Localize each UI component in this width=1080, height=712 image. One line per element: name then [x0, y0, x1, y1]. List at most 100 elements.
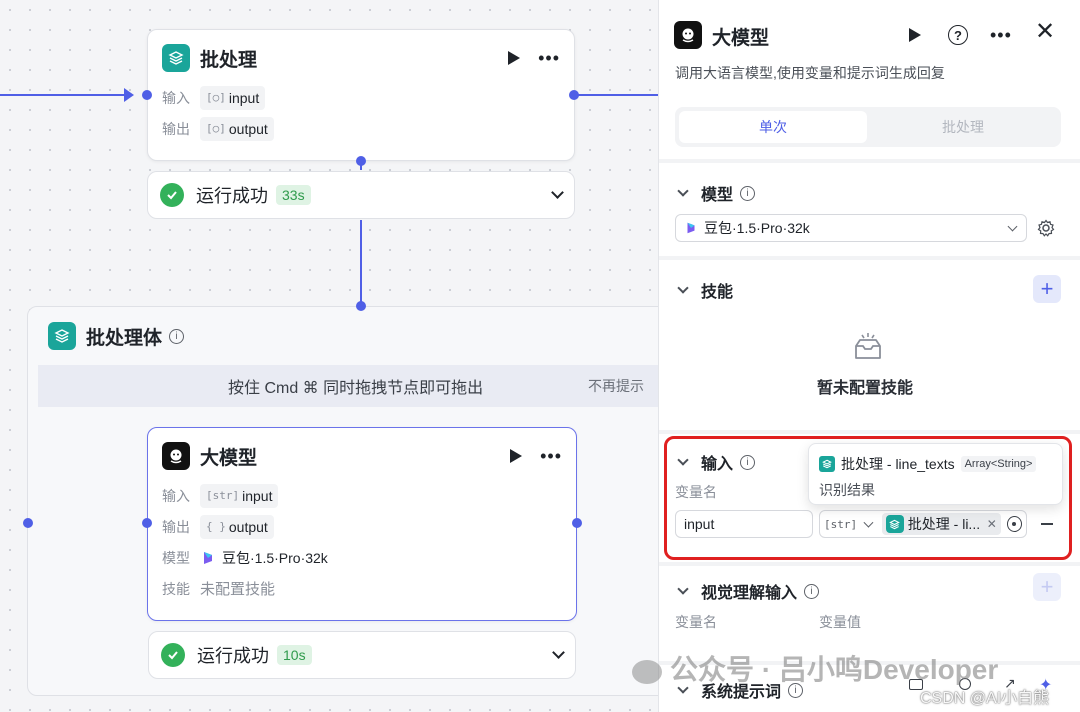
llm-status-bar[interactable]: 运行成功 10s: [148, 631, 576, 679]
watermark: 公众号 · 吕小鸣Developer: [632, 648, 998, 688]
chevron-down-icon: [677, 583, 689, 595]
output-value: output: [228, 518, 268, 535]
tab-single[interactable]: 单次: [679, 111, 867, 143]
success-icon: [160, 183, 184, 207]
gear-icon[interactable]: [1037, 219, 1055, 242]
batch-body-title: 批处理体: [86, 327, 163, 349]
tooltip-description: 识别结果: [819, 482, 875, 498]
more-icon[interactable]: •••: [990, 26, 1012, 44]
dismiss-hint-link[interactable]: 不再提示: [588, 376, 644, 396]
close-icon[interactable]: ✕: [1035, 20, 1055, 44]
edge-batch-body: [360, 220, 362, 306]
empty-box-icon: [850, 330, 886, 369]
info-icon[interactable]: i: [740, 185, 756, 201]
model-value: 豆包·1.5·Pro·32k: [222, 549, 328, 566]
llm-icon: [674, 21, 702, 49]
input-value: input: [242, 487, 273, 504]
skill-section-header[interactable]: 技能: [677, 278, 734, 302]
tooltip-type-badge: Array<String>: [960, 456, 1037, 472]
edge-in-batch: [0, 94, 128, 96]
model-select[interactable]: 豆包·1.5·Pro·32k: [675, 214, 1027, 242]
panel-header: 大模型 ? ••• ✕ 调用大语言模型,使用变量和提示词生成回复 单次 批处理: [659, 0, 1080, 159]
csdn-watermark: CSDN @AI小白熊: [920, 690, 1050, 707]
chevron-down-icon[interactable]: [552, 646, 565, 659]
drag-hint-bar: 按住 Cmd ⌘ 同时拖拽节点即可拖出 不再提示: [38, 365, 668, 407]
run-icon[interactable]: [508, 51, 521, 65]
output-value: output: [228, 120, 268, 137]
model-section-header[interactable]: 模型 i: [677, 181, 756, 205]
info-icon[interactable]: i: [169, 328, 185, 344]
success-icon: [161, 643, 185, 667]
wechat-icon: [632, 659, 662, 684]
port-in[interactable]: [142, 90, 152, 100]
output-label: 输出: [162, 120, 190, 137]
skill-label: 技能: [162, 580, 190, 597]
panel-title: 大模型: [712, 28, 770, 49]
skill-value: 未配置技能: [200, 581, 276, 598]
skill-section: 技能 + 暂未配置技能: [659, 260, 1080, 430]
port-out[interactable]: [569, 90, 579, 100]
edge-out-batch: [578, 94, 658, 96]
model-select-value: 豆包·1.5·Pro·32k: [704, 220, 810, 236]
type-icon: { }: [206, 520, 226, 533]
batch-icon: [162, 44, 190, 72]
doubao-icon: [687, 222, 695, 234]
visual-section-title: 视觉理解输入: [701, 585, 798, 602]
variable-tooltip: 批处理 - line_texts Array<String> 识别结果: [808, 443, 1063, 505]
batch-status-bar[interactable]: 运行成功 33s: [147, 171, 575, 219]
model-label: 模型: [162, 549, 190, 566]
chevron-down-icon: [677, 185, 689, 197]
run-icon[interactable]: [510, 449, 523, 463]
tab-batch[interactable]: 批处理: [869, 111, 1057, 143]
info-icon[interactable]: i: [804, 583, 820, 599]
panel-description: 调用大语言模型,使用变量和提示词生成回复: [675, 65, 945, 81]
more-icon[interactable]: •••: [538, 49, 560, 67]
batch-icon: [48, 322, 76, 350]
status-text: 运行成功: [197, 646, 269, 666]
chevron-down-icon[interactable]: [551, 186, 564, 199]
time-badge: 33s: [276, 185, 311, 205]
type-icon: [○]: [206, 91, 226, 104]
port-top[interactable]: [356, 301, 366, 311]
doubao-icon: [204, 551, 212, 564]
var-value-header: 变量值: [819, 614, 861, 630]
input-tag: [str] input: [200, 483, 279, 508]
time-badge: 10s: [277, 645, 312, 665]
visual-section-header[interactable]: 视觉理解输入 i: [677, 579, 820, 603]
batch-node-title: 批处理: [200, 49, 258, 71]
input-value: input: [228, 89, 260, 106]
model-section-title: 模型: [701, 187, 734, 204]
output-tag: { } output: [200, 514, 274, 539]
add-skill-button[interactable]: +: [1033, 275, 1061, 303]
llm-node[interactable]: 大模型 ••• 输入 [str] input 输出 { } output 模型 豆包…: [147, 427, 577, 621]
output-label: 输出: [162, 518, 190, 535]
node-config-panel: 大模型 ? ••• ✕ 调用大语言模型,使用变量和提示词生成回复 单次 批处理 …: [658, 0, 1080, 712]
type-icon: [○]: [206, 122, 226, 135]
port-in[interactable]: [142, 518, 152, 528]
port-bottom[interactable]: [356, 156, 366, 166]
port-out[interactable]: [572, 518, 582, 528]
run-icon[interactable]: [909, 28, 921, 42]
llm-icon: [162, 442, 190, 470]
edge-arrow: [124, 88, 134, 102]
watermark-text: 公众号 · 吕小鸣Developer: [670, 654, 999, 685]
input-label: 输入: [162, 487, 190, 504]
mode-tabs: 单次 批处理: [675, 107, 1061, 147]
port-in[interactable]: [23, 518, 33, 528]
help-icon[interactable]: ?: [948, 25, 968, 45]
input-label: 输入: [162, 89, 190, 106]
skill-section-title: 技能: [701, 284, 734, 301]
model-section: 模型 i 豆包·1.5·Pro·32k: [659, 163, 1080, 256]
output-tag: [○] output: [200, 116, 274, 141]
status-text: 运行成功: [196, 186, 268, 206]
type-icon: [str]: [206, 489, 240, 502]
more-icon[interactable]: •••: [540, 447, 562, 465]
chevron-down-icon: [1007, 221, 1018, 231]
tooltip-source: 批处理 - line_texts: [841, 456, 955, 472]
visual-input-section: 视觉理解输入 i + 变量名 变量值: [659, 566, 1080, 661]
add-visual-input-button[interactable]: +: [1033, 573, 1061, 601]
input-tag: [○] input: [200, 85, 266, 110]
batch-node[interactable]: 批处理 ••• 输入 [○] input 输出 [○] output: [147, 29, 575, 161]
chevron-down-icon: [677, 282, 689, 294]
llm-node-title: 大模型: [200, 447, 258, 469]
